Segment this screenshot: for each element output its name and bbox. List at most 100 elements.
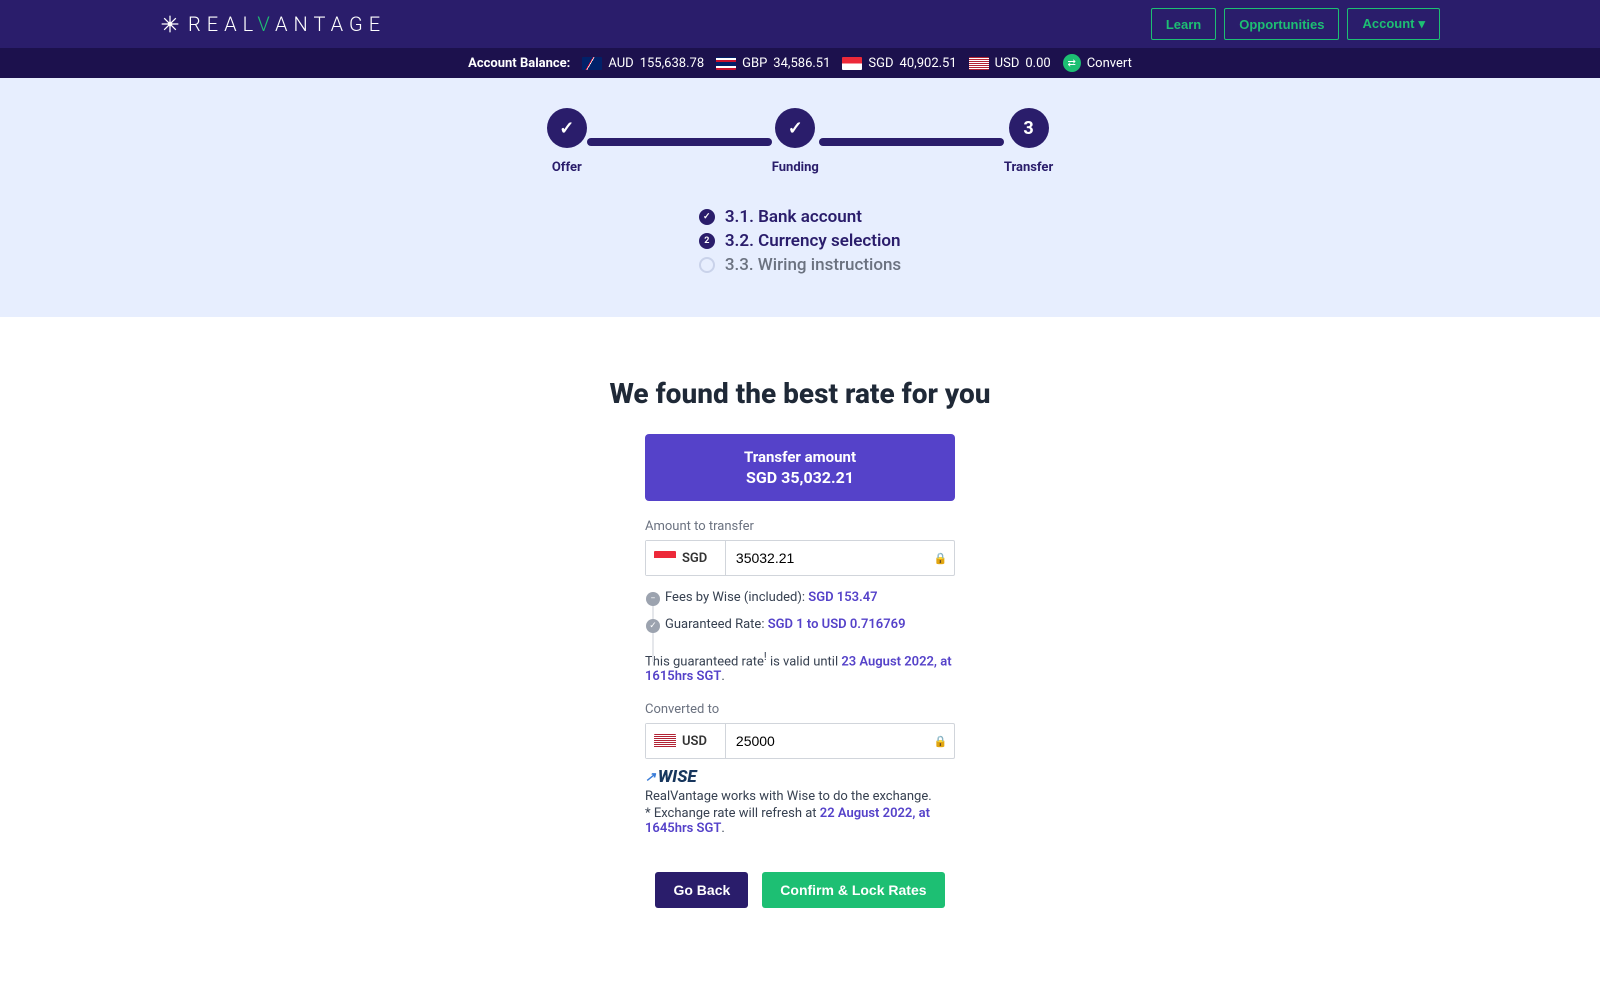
step-offer: Offer: [547, 108, 587, 175]
balance-sgd-currency: SGD: [868, 56, 893, 71]
balance-item-aud: AUD 155,638.78: [582, 56, 704, 71]
caret-down-icon: ▾: [1418, 16, 1425, 31]
go-back-button[interactable]: Go Back: [655, 872, 748, 908]
confirm-lock-button[interactable]: Confirm & Lock Rates: [762, 872, 944, 908]
guarantee-note: This guaranteed rate! is valid until 23 …: [645, 650, 955, 684]
substep-active-icon: [699, 233, 715, 249]
brand-text-pre: REAL: [188, 12, 257, 36]
substeps: 3.1. Bank account 3.2. Currency selectio…: [699, 205, 901, 277]
amount-to-row: USD 🔒: [645, 723, 955, 759]
rate-value: SGD 1 to USD 0.716769: [768, 617, 906, 632]
wise-block: ↗ WISE RealVantage works with Wise to do…: [645, 767, 955, 836]
substep-pending-icon: [699, 257, 715, 273]
balance-item-gbp: GBP 34,586.51: [716, 56, 830, 71]
from-currency-code: SGD: [682, 551, 707, 566]
balance-bar: Account Balance: AUD 155,638.78 GBP 34,5…: [0, 48, 1600, 78]
flag-usd-icon: [654, 734, 676, 748]
balance-item-usd: USD 0.00: [969, 56, 1051, 71]
nav-learn-button[interactable]: Learn: [1151, 8, 1216, 40]
amount-to-label: Converted to: [645, 702, 955, 717]
lock-icon: 🔒: [927, 724, 954, 758]
refresh-prefix: * Exchange rate will refresh at: [645, 806, 820, 821]
stepper: Offer Funding 3 Transfer: [0, 108, 1600, 175]
balance-usd-amount: 0.00: [1025, 56, 1050, 71]
nav-account-button[interactable]: Account ▾: [1347, 8, 1440, 40]
fees-value: SGD 153.47: [808, 590, 877, 605]
convert-link[interactable]: ⇄ Convert: [1063, 54, 1132, 72]
step-funding-label: Funding: [772, 160, 819, 175]
substep-currency-selection: 3.2. Currency selection: [699, 229, 901, 253]
nav-opportunities-button[interactable]: Opportunities: [1224, 8, 1339, 40]
step-funding-circle: [775, 108, 815, 148]
rate-line: Guaranteed Rate: SGD 1 to USD 0.716769: [665, 611, 955, 638]
brand-text-post: ANTAGE: [275, 12, 386, 36]
amount-to-block: Converted to USD 🔒: [645, 702, 955, 759]
transfer-banner-amount: SGD 35,032.21: [665, 468, 935, 487]
nav-account-label: Account: [1362, 16, 1414, 31]
flag-sgd-icon: [654, 551, 676, 565]
balance-aud-amount: 155,638.78: [640, 56, 704, 71]
convert-icon: ⇄: [1063, 54, 1081, 72]
amount-from-row: SGD 🔒: [645, 540, 955, 576]
tick-icon: [646, 619, 660, 633]
minus-icon: [646, 592, 660, 606]
fees-prefix: Fees by Wise (included):: [665, 590, 808, 605]
substep-bank-account: 3.1. Bank account: [699, 205, 901, 229]
substep-currency-label: 3.2. Currency selection: [725, 231, 901, 251]
convert-label: Convert: [1087, 56, 1132, 71]
step-connector-2: [819, 138, 1004, 146]
guarantee-mid: is valid until: [767, 654, 842, 669]
substep-done-icon: [699, 209, 715, 225]
wise-name: WISE: [658, 767, 697, 787]
flag-gbp-icon: [716, 57, 736, 70]
guarantee-suffix: .: [721, 669, 724, 684]
balance-aud-currency: AUD: [608, 56, 633, 71]
transfer-banner-label: Transfer amount: [665, 448, 935, 466]
nav-buttons: Learn Opportunities Account ▾: [1151, 8, 1440, 40]
balance-item-sgd: SGD 40,902.51: [842, 56, 956, 71]
balance-sgd-amount: 40,902.51: [900, 56, 957, 71]
to-currency-cell[interactable]: USD: [646, 724, 726, 758]
to-currency-code: USD: [682, 734, 707, 749]
action-row: Go Back Confirm & Lock Rates: [655, 872, 944, 908]
step-offer-circle: [547, 108, 587, 148]
wise-logo: ↗ WISE: [645, 767, 955, 787]
refresh-note: * Exchange rate will refresh at 22 Augus…: [645, 806, 955, 836]
substep-bank-label: 3.1. Bank account: [725, 207, 862, 227]
brand-text-accent: V: [257, 12, 275, 36]
wise-arrow-icon: ↗: [645, 770, 656, 785]
fee-rate-timeline: Fees by Wise (included): SGD 153.47 Guar…: [645, 584, 955, 638]
step-transfer: 3 Transfer: [1004, 108, 1053, 175]
substep-wiring-label: 3.3. Wiring instructions: [725, 255, 901, 275]
step-offer-label: Offer: [552, 160, 582, 175]
main-content: We found the best rate for you Transfer …: [0, 317, 1600, 988]
step-funding: Funding: [772, 108, 819, 175]
from-amount-input[interactable]: [726, 541, 927, 575]
balance-usd-currency: USD: [995, 56, 1020, 71]
rate-prefix: Guaranteed Rate:: [665, 617, 768, 632]
balance-gbp-currency: GBP: [742, 56, 767, 71]
fees-line: Fees by Wise (included): SGD 153.47: [665, 584, 955, 611]
wise-desc: RealVantage works with Wise to do the ex…: [645, 789, 955, 804]
lock-icon: 🔒: [927, 541, 954, 575]
logo-mark-icon: [160, 14, 180, 34]
flag-sgd-icon: [842, 57, 862, 70]
to-amount-input[interactable]: [726, 724, 927, 758]
step-transfer-label: Transfer: [1004, 160, 1053, 175]
stepper-section: Offer Funding 3 Transfer 3.1. Bank accou…: [0, 78, 1600, 317]
flag-aud-icon: [582, 57, 602, 70]
step-connector-1: [587, 138, 772, 146]
from-currency-cell[interactable]: SGD: [646, 541, 726, 575]
app-header: REALVANTAGE Learn Opportunities Account ▾: [0, 0, 1600, 48]
substep-wiring: 3.3. Wiring instructions: [699, 253, 901, 277]
guarantee-prefix: This guaranteed rate: [645, 654, 764, 669]
balance-gbp-amount: 34,586.51: [773, 56, 830, 71]
brand-logo[interactable]: REALVANTAGE: [160, 12, 386, 36]
step-transfer-circle: 3: [1009, 108, 1049, 148]
transfer-amount-banner: Transfer amount SGD 35,032.21: [645, 434, 955, 501]
flag-usd-icon: [969, 57, 989, 70]
amount-from-label: Amount to transfer: [645, 519, 955, 534]
refresh-suffix: .: [721, 821, 724, 836]
amount-from-block: Amount to transfer SGD 🔒: [645, 519, 955, 576]
page-headline: We found the best rate for you: [609, 377, 990, 410]
